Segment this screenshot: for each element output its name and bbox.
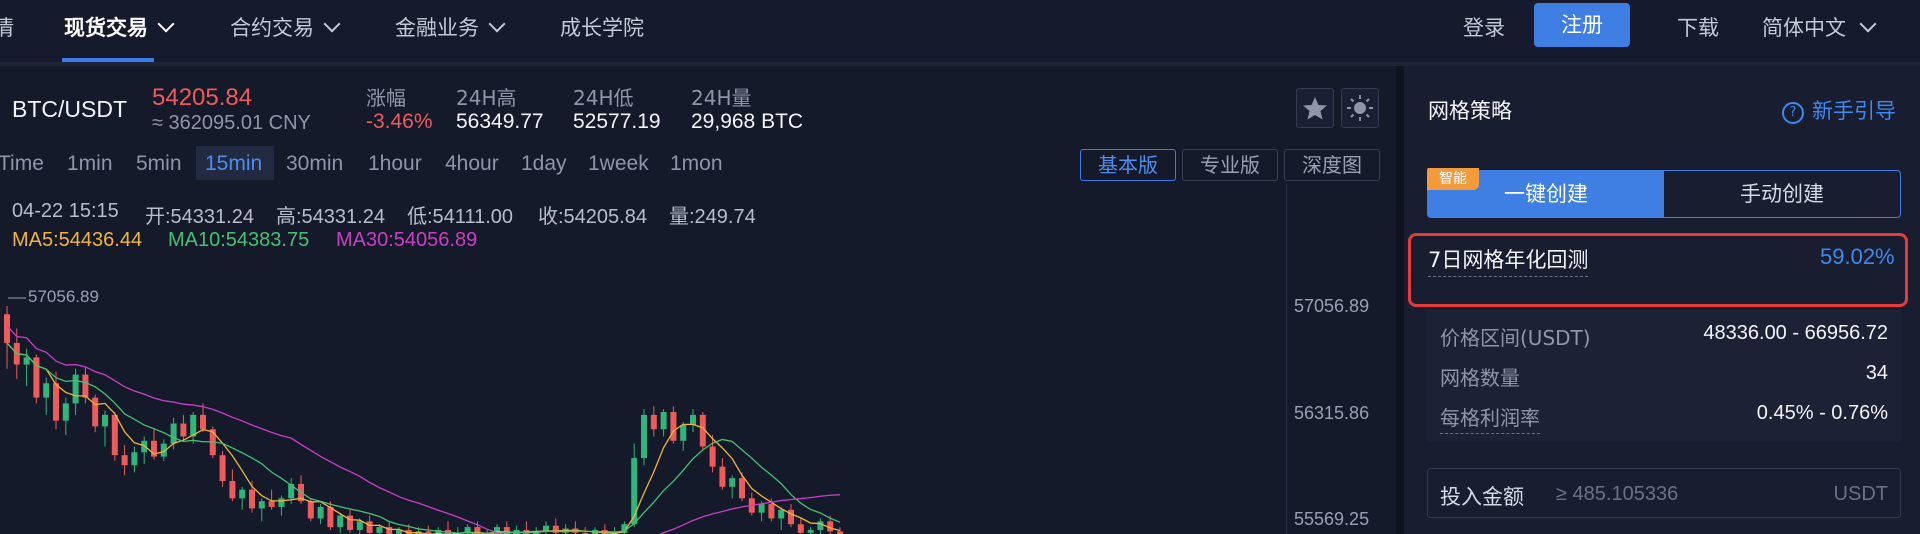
candle bbox=[366, 521, 373, 533]
backtest-label[interactable]: 7日网格年化回测 bbox=[1428, 244, 1589, 277]
invest-unit: USDT bbox=[1833, 483, 1888, 505]
profit-rate-value: 0.45% - 0.76% bbox=[1756, 402, 1888, 424]
login-link[interactable]: 登录 bbox=[1463, 12, 1505, 42]
manual-create-button[interactable]: 手动创建 bbox=[1664, 171, 1900, 217]
candlestick-chart[interactable] bbox=[0, 0, 1290, 534]
candle bbox=[53, 383, 59, 421]
candle bbox=[758, 504, 765, 513]
y-tick-1: 57056.89 bbox=[1294, 296, 1370, 316]
candle bbox=[258, 501, 265, 509]
candle bbox=[239, 489, 246, 499]
candle bbox=[23, 357, 30, 365]
guide-label: 新手引导 bbox=[1812, 99, 1896, 123]
language-selector[interactable]: 简体中文 bbox=[1762, 12, 1877, 42]
y-tick-3: 55569.25 bbox=[1294, 509, 1370, 529]
depth-chart-button[interactable]: 深度图 bbox=[1284, 149, 1380, 181]
candle bbox=[141, 440, 148, 453]
chevron-down-icon bbox=[1859, 15, 1877, 33]
profit-rate-label[interactable]: 每格利润率 bbox=[1440, 402, 1540, 434]
candle bbox=[680, 424, 687, 441]
candle bbox=[788, 509, 794, 525]
candle bbox=[709, 446, 716, 467]
candle bbox=[337, 515, 344, 528]
candle bbox=[376, 527, 383, 533]
candle bbox=[650, 414, 657, 430]
theme-toggle-button[interactable] bbox=[1341, 88, 1379, 128]
candle bbox=[739, 478, 745, 499]
candle bbox=[180, 423, 187, 437]
candle bbox=[641, 414, 647, 459]
candle bbox=[278, 498, 285, 507]
candle bbox=[768, 504, 775, 519]
candle bbox=[817, 521, 824, 530]
candle bbox=[327, 506, 334, 528]
candle bbox=[356, 521, 363, 530]
language-label: 简体中文 bbox=[1762, 16, 1846, 40]
beginner-guide-link[interactable]: ? 新手引导 bbox=[1782, 95, 1896, 126]
candle bbox=[249, 489, 255, 509]
candle bbox=[43, 383, 50, 398]
candle bbox=[72, 374, 79, 404]
candle bbox=[797, 524, 804, 533]
ma30-line bbox=[6, 325, 841, 534]
candle bbox=[807, 529, 814, 533]
candle bbox=[102, 414, 108, 427]
candle bbox=[670, 412, 677, 441]
candle bbox=[200, 414, 206, 430]
candle bbox=[170, 423, 177, 444]
create-mode-tabs: 一键创建 手动创建 bbox=[1427, 170, 1901, 218]
candle bbox=[660, 412, 667, 430]
candle bbox=[719, 466, 726, 487]
register-button[interactable]: 注册 bbox=[1534, 3, 1630, 47]
price-range-label: 价格区间(USDT) bbox=[1440, 326, 1591, 350]
favorite-button[interactable] bbox=[1296, 88, 1334, 128]
candle bbox=[729, 478, 736, 487]
smart-badge: 智能 bbox=[1427, 168, 1479, 190]
grid-strategy-title: 网格策略 bbox=[1428, 99, 1512, 123]
sun-icon bbox=[1347, 95, 1373, 121]
invest-label: 投入金额 bbox=[1440, 485, 1524, 509]
price-range-value: 48336.00 - 66956.72 bbox=[1703, 322, 1888, 344]
grid-count-label: 网格数量 bbox=[1440, 366, 1520, 390]
candle bbox=[317, 506, 324, 519]
download-link[interactable]: 下载 bbox=[1677, 12, 1719, 42]
candle bbox=[690, 414, 696, 425]
candle bbox=[778, 509, 785, 519]
invest-placeholder: ≥ 485.105336 bbox=[1556, 483, 1679, 505]
candle bbox=[121, 455, 128, 466]
backtest-value: 59.02% bbox=[1820, 244, 1895, 269]
candle bbox=[131, 452, 138, 466]
candle bbox=[219, 455, 226, 482]
y-tick-2: 56315.86 bbox=[1294, 403, 1370, 423]
star-icon bbox=[1303, 97, 1327, 120]
candle bbox=[307, 501, 314, 519]
max-price-label: 57056.89 bbox=[28, 287, 99, 306]
candle bbox=[631, 458, 638, 525]
candle bbox=[268, 501, 275, 507]
grid-count-value: 34 bbox=[1865, 362, 1888, 384]
candle bbox=[62, 403, 69, 421]
question-icon: ? bbox=[1782, 102, 1804, 124]
candle bbox=[82, 374, 89, 398]
panel-divider bbox=[1396, 66, 1404, 534]
candle bbox=[229, 481, 236, 499]
candle bbox=[111, 414, 118, 456]
